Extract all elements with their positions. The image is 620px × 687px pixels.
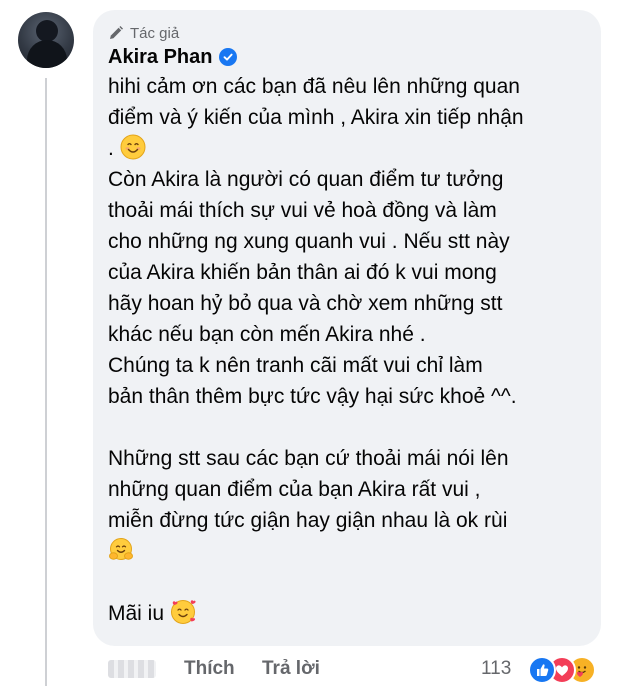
verified-badge-icon bbox=[219, 48, 238, 66]
comment-line-text: . bbox=[108, 137, 120, 160]
comment-line: hihi cảm ơn các bạn đã nêu lên những qua… bbox=[108, 71, 600, 102]
comment-line-text: bản thân thêm bực tức vậy hại sức khoẻ ^… bbox=[108, 385, 517, 408]
like-button[interactable]: Thích bbox=[184, 658, 235, 680]
reaction-icons[interactable] bbox=[528, 654, 610, 684]
hugging-face-emoji bbox=[108, 537, 134, 563]
like-reaction-icon bbox=[528, 656, 556, 684]
smiling-face-with-hearts-emoji bbox=[170, 599, 196, 625]
comment-line-text: hihi cảm ơn các bạn đã nêu lên những qua… bbox=[108, 75, 520, 98]
comment-line: của Akira khiến bản thân ai đó k vui mon… bbox=[108, 257, 600, 288]
author-avatar[interactable] bbox=[18, 12, 74, 68]
comment-line-text: của Akira khiến bản thân ai đó k vui mon… bbox=[108, 261, 497, 284]
comment-line-text: hãy hoan hỷ bỏ qua và chờ xem những stt bbox=[108, 292, 503, 315]
comment-line bbox=[108, 536, 600, 567]
author-badge-label: Tác giả bbox=[130, 24, 180, 42]
reply-thread-line bbox=[45, 78, 47, 686]
comment-line: thoải mái thích sự vui vẻ hoà đồng và là… bbox=[108, 195, 600, 226]
comment-line-text: thoải mái thích sự vui vẻ hoà đồng và là… bbox=[108, 199, 497, 222]
author-name[interactable]: Akira Phan bbox=[108, 46, 212, 69]
comment-line-text: cho những ng xung quanh vui . Nếu stt nà… bbox=[108, 230, 510, 253]
comment-line: điểm và ý kiến của mình , Akira xin tiếp… bbox=[108, 102, 600, 133]
comment-line: Còn Akira là người có quan điểm tư tưởng bbox=[108, 164, 600, 195]
comment-line: Mãi iu bbox=[108, 598, 600, 629]
comment-line bbox=[108, 412, 600, 443]
comment-line: khác nếu bạn còn mến Akira nhé . bbox=[108, 319, 600, 350]
comment-text: hihi cảm ơn các bạn đã nêu lên những qua… bbox=[108, 71, 600, 629]
comment-line: bản thân thêm bực tức vậy hại sức khoẻ ^… bbox=[108, 381, 600, 412]
author-badge: Tác giả bbox=[108, 24, 179, 42]
comment-footer: Thích Trả lời 113 bbox=[0, 652, 620, 686]
author-name-row: Akira Phan bbox=[108, 44, 238, 70]
blurred-timestamp[interactable] bbox=[108, 660, 156, 678]
comment-line-text: miễn đừng tức giận hay giận nhau là ok r… bbox=[108, 509, 508, 532]
comment-line-text: những quan điểm của bạn Akira rất vui , bbox=[108, 478, 481, 501]
comment-line: hãy hoan hỷ bỏ qua và chờ xem những stt bbox=[108, 288, 600, 319]
comment-line bbox=[108, 567, 600, 598]
comment-line: cho những ng xung quanh vui . Nếu stt nà… bbox=[108, 226, 600, 257]
comment-line-text: điểm và ý kiến của mình , Akira xin tiếp… bbox=[108, 106, 524, 129]
comment-line-text: Chúng ta k nên tranh cãi mất vui chỉ làm bbox=[108, 354, 483, 377]
comment-line-text: khác nếu bạn còn mến Akira nhé . bbox=[108, 323, 426, 346]
comment-line: . bbox=[108, 133, 600, 164]
pen-icon bbox=[108, 25, 124, 41]
avatar-shoulders bbox=[27, 40, 67, 68]
comment-line: miễn đừng tức giận hay giận nhau là ok r… bbox=[108, 505, 600, 536]
comment-line: Những stt sau các bạn cứ thoải mái nói l… bbox=[108, 443, 600, 474]
comment-line-text: Còn Akira là người có quan điểm tư tưởng bbox=[108, 168, 504, 191]
reaction-count[interactable]: 113 bbox=[481, 658, 511, 680]
reply-button[interactable]: Trả lời bbox=[262, 658, 320, 680]
comment-line: Chúng ta k nên tranh cãi mất vui chỉ làm bbox=[108, 350, 600, 381]
comment-line-text: Những stt sau các bạn cứ thoải mái nói l… bbox=[108, 447, 509, 470]
comment-line-text: Mãi iu bbox=[108, 602, 170, 625]
smiling-face-emoji bbox=[120, 134, 146, 160]
comment-line: những quan điểm của bạn Akira rất vui , bbox=[108, 474, 600, 505]
avatar-figure bbox=[36, 20, 58, 42]
